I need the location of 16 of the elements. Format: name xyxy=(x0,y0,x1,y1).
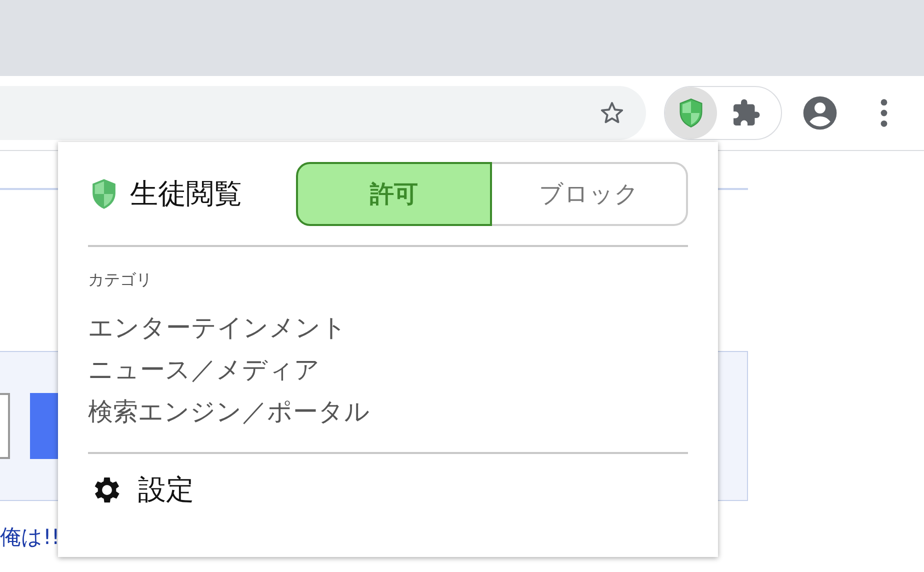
mode-toggle-option[interactable]: 許可 xyxy=(296,162,492,226)
popup-title: 生徒閲覧 xyxy=(130,176,242,212)
category-item: エンターテインメント xyxy=(88,312,348,344)
page-text: 俺は!! xyxy=(0,524,61,551)
category-item: ニュース／メディア xyxy=(88,354,321,386)
star-icon[interactable] xyxy=(599,100,625,126)
shield-icon xyxy=(90,178,118,210)
category-item: 検索エンジン／ポータル xyxy=(88,396,371,428)
search-field[interactable] xyxy=(0,393,10,459)
settings-link[interactable]: 設定 xyxy=(138,471,194,509)
menu-icon[interactable] xyxy=(880,97,888,129)
shield-icon xyxy=(678,98,704,128)
shield-extension-button[interactable] xyxy=(665,87,717,139)
section-heading: カテゴリ xyxy=(88,270,153,291)
mode-toggle-option[interactable]: ブロック xyxy=(492,162,688,226)
puzzle-icon[interactable] xyxy=(731,98,761,128)
